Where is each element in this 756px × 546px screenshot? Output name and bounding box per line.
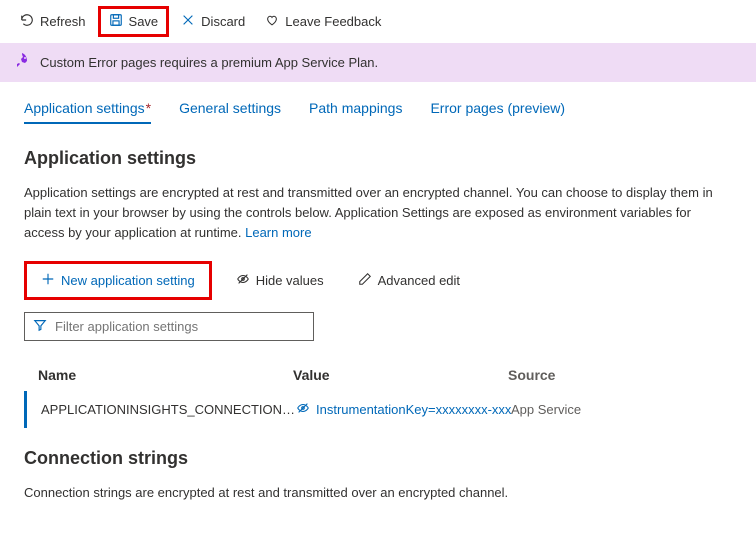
setting-name: APPLICATIONINSIGHTS_CONNECTION_STRING (41, 402, 296, 417)
refresh-button[interactable]: Refresh (12, 9, 94, 34)
tabs: Application settings* General settings P… (0, 82, 756, 124)
discard-icon (181, 13, 195, 30)
col-header-source[interactable]: Source (508, 367, 718, 383)
setting-value-link[interactable]: InstrumentationKey=xxxxxxxx-xxxx-xxxx (316, 402, 511, 417)
discard-button[interactable]: Discard (173, 9, 253, 34)
banner-text: Custom Error pages requires a premium Ap… (40, 55, 378, 70)
app-settings-heading: Application settings (24, 148, 732, 169)
hide-values-button[interactable]: Hide values (226, 266, 334, 295)
connection-strings-heading: Connection strings (24, 448, 732, 469)
toolbar: Refresh Save Discard Leave Feedback (0, 0, 756, 43)
setting-source: App Service (511, 402, 718, 417)
connection-strings-description: Connection strings are encrypted at rest… (24, 483, 724, 503)
application-settings-section: Application settings Application setting… (0, 124, 756, 438)
tab-general-settings[interactable]: General settings (179, 100, 281, 124)
table-row[interactable]: APPLICATIONINSIGHTS_CONNECTION_STRING In… (24, 391, 732, 428)
rocket-icon (14, 53, 30, 72)
learn-more-link[interactable]: Learn more (245, 225, 311, 240)
eye-icon[interactable] (296, 401, 310, 418)
save-icon (109, 13, 123, 30)
tab-error-pages[interactable]: Error pages (preview) (430, 100, 565, 124)
discard-label: Discard (201, 14, 245, 29)
heart-icon (265, 13, 279, 30)
col-header-value[interactable]: Value (293, 367, 508, 383)
refresh-icon (20, 13, 34, 30)
save-button[interactable]: Save (98, 6, 170, 37)
plus-icon (41, 272, 55, 289)
filter-box[interactable] (24, 312, 314, 341)
tab-application-settings[interactable]: Application settings* (24, 100, 151, 124)
pencil-icon (358, 272, 372, 289)
col-header-name[interactable]: Name (38, 367, 293, 383)
actions-row: New application setting Hide values Adva… (24, 261, 732, 300)
eye-off-icon (236, 272, 250, 289)
new-application-setting-button[interactable]: New application setting (24, 261, 212, 300)
app-settings-description: Application settings are encrypted at re… (24, 183, 724, 243)
filter-icon (33, 318, 47, 335)
settings-table: Name Value Source APPLICATIONINSIGHTS_CO… (24, 359, 732, 428)
feedback-label: Leave Feedback (285, 14, 381, 29)
table-header: Name Value Source (24, 359, 732, 391)
dirty-indicator: * (146, 100, 151, 116)
premium-banner: Custom Error pages requires a premium Ap… (0, 43, 756, 82)
connection-strings-section: Connection strings Connection strings ar… (0, 438, 756, 545)
advanced-edit-button[interactable]: Advanced edit (348, 266, 470, 295)
setting-value: InstrumentationKey=xxxxxxxx-xxxx-xxxx (296, 401, 511, 418)
save-label: Save (129, 14, 159, 29)
feedback-button[interactable]: Leave Feedback (257, 9, 389, 34)
refresh-label: Refresh (40, 14, 86, 29)
tab-path-mappings[interactable]: Path mappings (309, 100, 402, 124)
filter-input[interactable] (55, 319, 305, 334)
